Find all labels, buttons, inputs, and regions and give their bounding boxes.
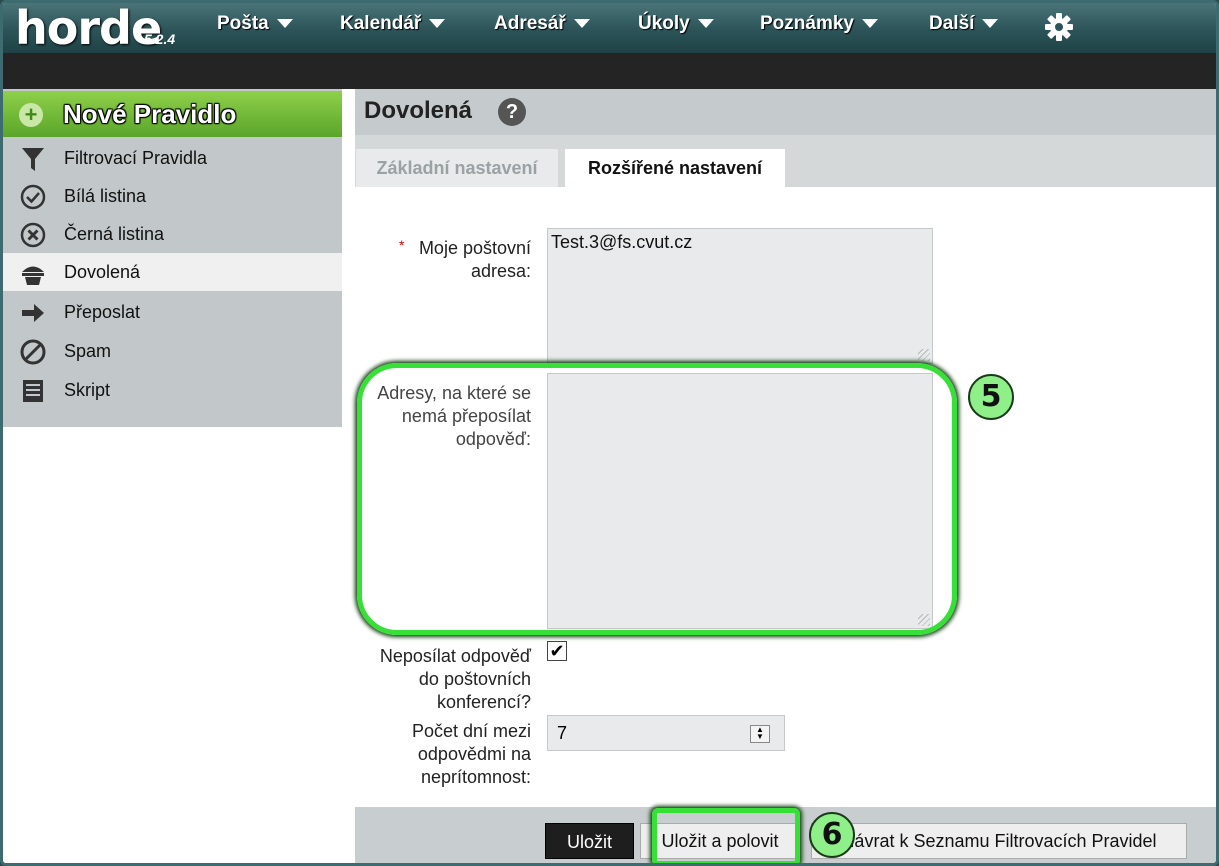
new-rule-button[interactable]: + Nové Pravidlo [3, 91, 342, 137]
arrow-right-icon [22, 304, 44, 322]
days-value: 7 [557, 723, 568, 743]
sidebar-item-whitelist[interactable]: Bílá listina [3, 177, 342, 215]
no-mailing-list-label: Neposílat odpověď do poštovních konferen… [379, 646, 531, 712]
menu-dalsi[interactable]: Další [929, 13, 999, 35]
sidebar: + Nové Pravidlo Filtrovací Pravidla Bílá… [3, 89, 342, 863]
chevron-down-icon [429, 19, 446, 29]
script-icon [23, 380, 43, 402]
days-between-input[interactable]: 7 ▲ ▼ [547, 715, 785, 751]
check-circle-icon [20, 184, 46, 210]
step-5-badge: 5 [968, 374, 1014, 420]
sidebar-item-vacation[interactable]: Dovolená [3, 253, 342, 291]
sidebar-item-label: Bílá listina [64, 186, 147, 206]
sidebar-item-label: Skript [64, 380, 111, 400]
version-label: 5.2.4 [144, 31, 176, 47]
horde-logo[interactable]: horde [15, 3, 162, 55]
chevron-down-icon [276, 19, 293, 29]
sidebar-item-label: Černá listina [64, 224, 165, 244]
step-6-badge: 6 [809, 812, 855, 858]
my-address-textarea[interactable]: Test.3@fs.cvut.cz [547, 228, 933, 364]
back-to-rules-button[interactable]: Návrat k Seznamu Filtrovacích Pravidel [811, 823, 1187, 859]
menu-kalendar[interactable]: Kalendář [340, 13, 446, 35]
plus-icon: + [19, 103, 43, 127]
sidebar-item-forward[interactable]: Přeposlat [3, 293, 342, 331]
tab-advanced-settings[interactable]: Rozšířené nastavení [565, 149, 785, 187]
new-rule-label: Nové Pravidlo [63, 99, 237, 129]
sidebar-item-label: Přeposlat [64, 302, 141, 322]
sidebar-item-blacklist[interactable]: Černá listina [3, 215, 342, 253]
app-window: horde 5.2.4 Pošta Kalendář Adresář Úkoly… [0, 0, 1219, 866]
my-address-value: Test.3@fs.cvut.cz [551, 232, 693, 252]
resize-grip-icon[interactable] [918, 349, 930, 361]
funnel-icon [22, 148, 44, 171]
sidebar-item-filter-rules[interactable]: Filtrovací Pravidla [3, 139, 342, 177]
my-address-label: Moje poštovní adresa: [418, 238, 531, 281]
menu-adresar[interactable]: Adresář [494, 13, 590, 35]
sidebar-item-label: Filtrovací Pravidla [64, 148, 208, 168]
save-button[interactable]: Uložit [545, 823, 634, 859]
sidebar-item-label: Dovolená [64, 262, 141, 282]
x-circle-icon [20, 222, 46, 248]
sidebar-item-spam[interactable]: Spam [3, 332, 342, 370]
tab-basic-settings[interactable]: Základní nastavení [356, 149, 558, 187]
chevron-down-icon [573, 19, 590, 29]
no-mailing-list-checkbox[interactable]: ✔ [547, 641, 567, 661]
help-icon[interactable]: ? [498, 98, 526, 126]
prohibited-icon [20, 339, 46, 365]
sub-bar [3, 53, 1216, 89]
vacation-icon [22, 266, 44, 285]
menu-posta[interactable]: Pošta [217, 13, 293, 35]
days-between-label: Počet dní mezi odpovědmi na neprítomnost… [411, 721, 531, 787]
menu-ukoly[interactable]: Úkoly [638, 13, 714, 35]
page-header [355, 89, 1216, 135]
sidebar-item-script[interactable]: Skript [3, 371, 342, 409]
gear-icon[interactable] [1043, 11, 1075, 43]
chevron-down-icon [861, 19, 878, 29]
menu-poznamky[interactable]: Poznámky [760, 13, 878, 35]
highlight-exclude-addresses [357, 363, 957, 635]
page-title: Dovolená [364, 97, 473, 124]
number-spinner[interactable]: ▲ ▼ [750, 725, 770, 743]
chevron-down-icon [697, 19, 714, 29]
sidebar-item-label: Spam [64, 341, 112, 361]
chevron-down-icon [982, 19, 999, 29]
sidebar-menu: + Nové Pravidlo Filtrovací Pravidla Bílá… [3, 89, 342, 427]
top-navigation-bar: horde 5.2.4 Pošta Kalendář Adresář Úkoly… [3, 3, 1216, 55]
highlight-save-enable [652, 808, 800, 863]
